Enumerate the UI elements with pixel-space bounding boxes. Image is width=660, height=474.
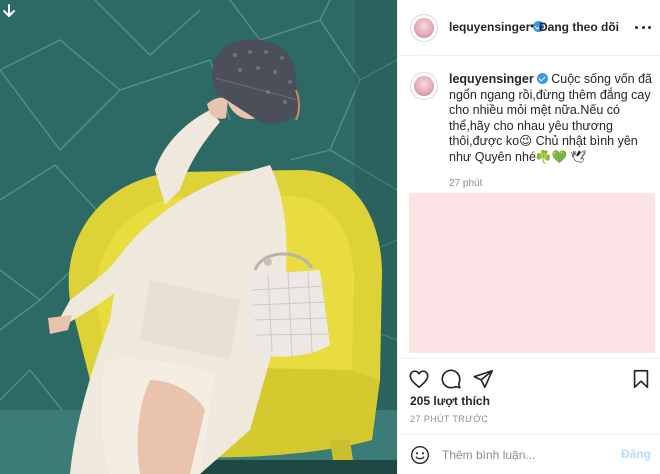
caption-block: lequyensinger Cuộc sống vốn đã ngổn ngan… bbox=[398, 56, 660, 189]
caption-avatar[interactable] bbox=[410, 72, 438, 100]
caption-verified-badge-icon bbox=[536, 73, 548, 84]
action-bar bbox=[398, 358, 660, 398]
post-side-panel: lequyensinger • Đang theo dõi lequyensin… bbox=[397, 0, 660, 474]
comment-bar: Đăng bbox=[398, 434, 660, 474]
share-icon[interactable] bbox=[472, 368, 494, 390]
comment-input[interactable] bbox=[442, 445, 612, 465]
more-horizontal-icon[interactable] bbox=[635, 20, 651, 34]
post-comment-button[interactable]: Đăng bbox=[621, 447, 651, 461]
bookmark-icon[interactable] bbox=[630, 368, 652, 390]
separator-dot: • bbox=[530, 19, 535, 33]
caption-timestamp: 27 phút bbox=[449, 178, 483, 189]
like-count[interactable]: 205 lượt thích bbox=[410, 394, 490, 408]
header-username[interactable]: lequyensinger bbox=[449, 20, 530, 34]
emoji-icon[interactable] bbox=[410, 445, 430, 465]
photo-illustration bbox=[0, 0, 397, 474]
post-header: lequyensinger • Đang theo dõi bbox=[398, 0, 660, 56]
caption-text: lequyensinger Cuộc sống vốn đã ngổn ngan… bbox=[449, 72, 654, 165]
avatar[interactable] bbox=[410, 14, 438, 42]
comment-icon[interactable] bbox=[440, 368, 462, 390]
download-arrow-icon[interactable] bbox=[2, 4, 16, 20]
post-time-ago: 27 PHÚT TRƯỚC bbox=[410, 414, 489, 424]
caption-username[interactable]: lequyensinger bbox=[449, 72, 534, 86]
comments-placeholder-block bbox=[409, 193, 655, 353]
following-button[interactable]: Đang theo dõi bbox=[539, 20, 619, 34]
heart-icon[interactable] bbox=[408, 368, 430, 390]
post-photo[interactable] bbox=[0, 0, 397, 474]
